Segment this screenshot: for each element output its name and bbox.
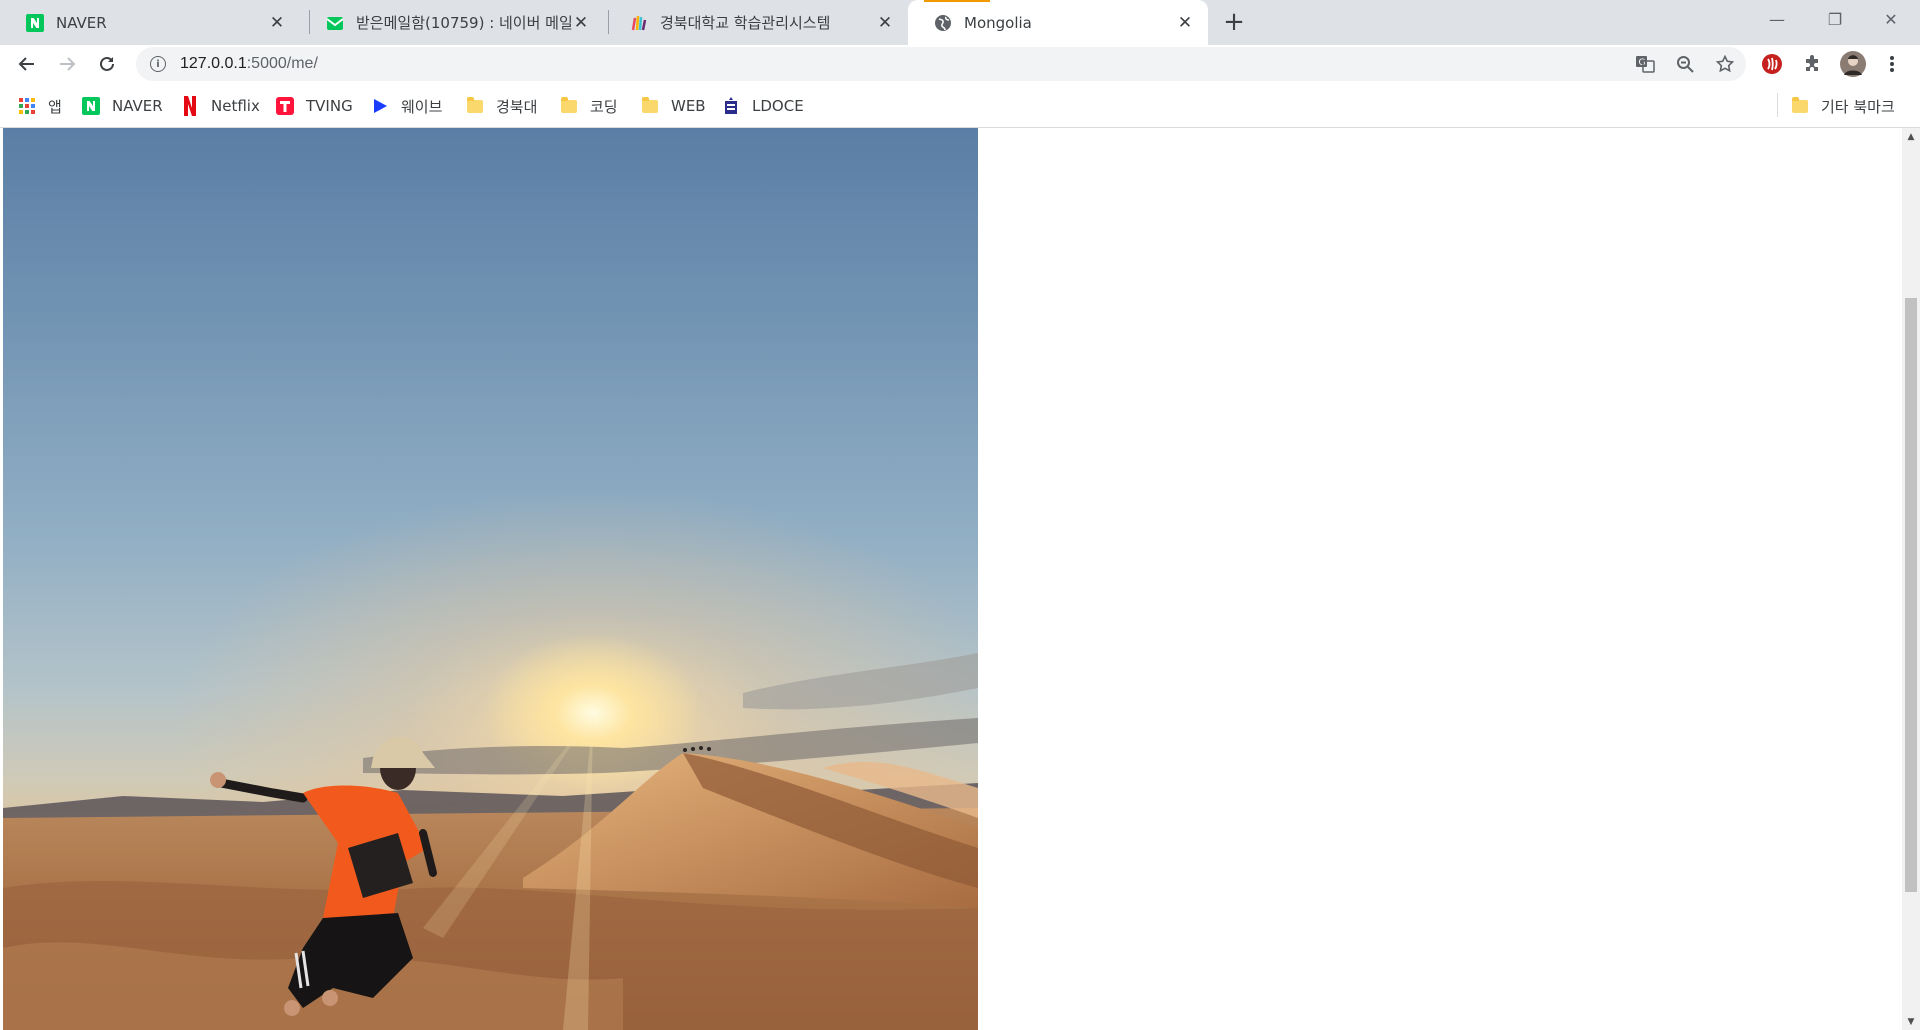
restore-button[interactable]: ❐ (1806, 0, 1864, 38)
bookmark-label: TVING (306, 97, 353, 115)
bookmark-label: 웨이브 (401, 97, 443, 116)
ldoce-icon (722, 97, 740, 115)
bookmark-folder-coding[interactable]: 코딩 (560, 94, 618, 118)
tab-knu-lms[interactable]: 경북대학교 학습관리시스템 ✕ (604, 0, 908, 45)
forward-button[interactable] (51, 48, 83, 80)
folder-icon (466, 96, 484, 115)
toolbar: i 127.0.0.1:5000/me/ G (0, 45, 1920, 83)
bookmark-ldoce[interactable]: LDOCE (722, 94, 804, 118)
site-info-icon[interactable]: i (150, 56, 166, 72)
arrow-left-icon (18, 57, 34, 71)
wavve-icon (371, 97, 389, 115)
translate-icon[interactable]: G (1634, 53, 1656, 75)
folder-icon (560, 96, 578, 115)
minimize-button[interactable]: — (1748, 0, 1806, 38)
close-tab-icon[interactable]: ✕ (268, 13, 286, 33)
tab-naver[interactable]: NAVER ✕ (0, 0, 300, 45)
scrollbar-thumb[interactable] (1905, 298, 1917, 892)
bookmark-star-icon[interactable] (1714, 53, 1736, 75)
bookmark-label: WEB (671, 97, 706, 115)
url-text: 127.0.0.1:5000/me/ (180, 55, 318, 72)
profile-button[interactable] (1837, 48, 1869, 80)
tab-strip: NAVER ✕ 받은메일함(10759) : 네이버 메일 ✕ 경북대학교 학습… (0, 0, 1920, 45)
new-tab-button[interactable]: + (1220, 7, 1248, 37)
bookmarks-divider (1777, 93, 1778, 117)
close-tab-icon[interactable]: ✕ (1176, 13, 1194, 33)
lms-icon (630, 14, 648, 32)
close-tab-icon[interactable]: ✕ (572, 13, 590, 33)
folder-icon (1791, 96, 1809, 115)
tab-activity-indicator (924, 0, 990, 2)
bookmark-label: 앱 (48, 97, 62, 116)
svg-text:G: G (1639, 58, 1646, 68)
arrow-right-icon (60, 57, 76, 71)
tab-naver-mail[interactable]: 받은메일함(10759) : 네이버 메일 ✕ (300, 0, 604, 45)
bookmark-wavve[interactable]: 웨이브 (371, 94, 442, 118)
puzzle-icon (1806, 55, 1818, 71)
bookmark-tving[interactable]: TVING (276, 94, 353, 118)
address-bar[interactable]: i 127.0.0.1:5000/me/ G (136, 47, 1746, 81)
photo-scene (3, 653, 978, 1030)
chrome-menu-button[interactable] (1876, 48, 1908, 80)
avatar (1840, 51, 1866, 77)
vertical-scrollbar[interactable]: ▲ ▼ (1902, 128, 1920, 1030)
mongolia-desert-photo (3, 128, 978, 1030)
naver-icon (82, 97, 100, 115)
mail-icon (326, 14, 344, 32)
bookmark-label: 코딩 (590, 97, 618, 116)
bookmark-folder-knu[interactable]: 경북대 (466, 94, 537, 118)
scroll-down-arrow-icon[interactable]: ▼ (1902, 1013, 1920, 1030)
netflix-icon (181, 96, 199, 116)
reload-icon (100, 56, 114, 71)
tab-title: 경북대학교 학습관리시스템 (660, 14, 831, 32)
tving-icon (276, 97, 294, 115)
bookmark-netflix[interactable]: Netflix (181, 94, 260, 118)
bookmark-label: LDOCE (752, 97, 804, 115)
bookmarks-bar: 앱 NAVER Netflix TVING 웨이브 경북대 코딩 WEB LDO… (0, 83, 1920, 128)
bookmark-label: NAVER (112, 97, 163, 115)
page-content (0, 128, 1902, 1030)
tab-title: Mongolia (964, 13, 1032, 32)
bookmark-label: Netflix (211, 97, 260, 115)
bookmark-naver[interactable]: NAVER (82, 94, 163, 118)
address-bar-actions: G (1634, 47, 1736, 81)
reload-button[interactable] (91, 48, 123, 80)
tab-mongolia[interactable]: Mongolia ✕ (908, 0, 1208, 45)
scroll-up-arrow-icon[interactable]: ▲ (1902, 128, 1920, 145)
extensions-button[interactable] (1796, 48, 1828, 80)
extension-red-icon (1762, 54, 1782, 74)
apps-grid-icon (18, 97, 36, 115)
extension-button[interactable] (1756, 48, 1788, 80)
bookmark-label: 경북대 (496, 97, 538, 116)
tab-title: 받은메일함(10759) : 네이버 메일 (356, 14, 572, 32)
close-tab-icon[interactable]: ✕ (876, 13, 894, 33)
close-window-button[interactable]: ✕ (1862, 0, 1920, 38)
kebab-menu-icon (1890, 56, 1894, 72)
naver-icon (26, 13, 44, 32)
bookmark-apps[interactable]: 앱 (18, 94, 62, 118)
bookmark-folder-web[interactable]: WEB (641, 94, 706, 118)
bookmark-label: 기타 북마크 (1821, 97, 1895, 116)
zoom-icon[interactable] (1674, 53, 1696, 75)
folder-icon (641, 96, 659, 115)
bookmark-other[interactable]: 기타 북마크 (1791, 94, 1895, 118)
globe-icon (934, 14, 952, 32)
back-button[interactable] (11, 48, 43, 80)
tab-title: NAVER (56, 13, 107, 32)
